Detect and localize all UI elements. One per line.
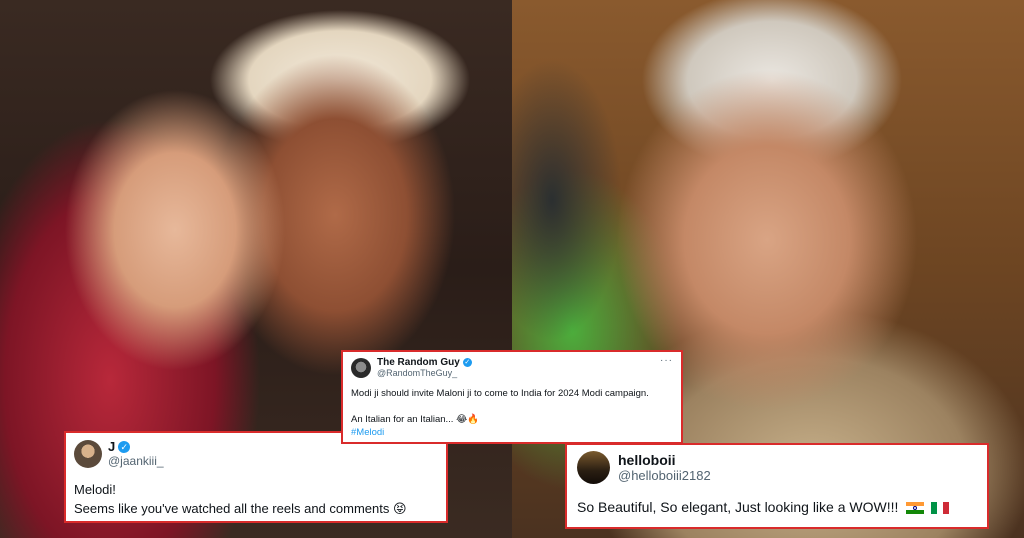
tweet-card-helloboii: helloboii @helloboiii2182 So Beautiful, … [565,443,989,529]
tweet-header: The Random Guy ✓ @RandomTheGuy_ [351,357,673,378]
avatar[interactable] [74,439,102,468]
tweet-line: Seems like you've watched all the reels … [74,501,407,516]
tweet-header: helloboii @helloboiii2182 [577,451,977,484]
avatar[interactable] [577,451,610,484]
tweet-line: An Italian for an Italian... 😂🔥 [351,414,480,425]
author-info: The Random Guy ✓ @RandomTheGuy_ [377,357,472,378]
tweet-text: Modi ji should invite Maloni ji to come … [351,387,673,439]
avatar[interactable] [351,357,371,378]
verified-badge-icon: ✓ [118,440,131,453]
tweet-text: Melodi! Seems like you've watched all th… [74,480,438,518]
italy-flag-icon [931,502,950,515]
tweet-text: So Beautiful, So elegant, Just looking l… [577,498,977,516]
author-info: helloboii @helloboiii2182 [618,452,711,483]
more-options-icon[interactable]: ··· [660,355,673,366]
author-name-row: helloboii [618,452,711,468]
tweet-card-random-guy: The Random Guy ✓ @RandomTheGuy_ ··· Modi… [341,350,683,444]
author-handle[interactable]: @RandomTheGuy_ [377,368,472,378]
author-handle[interactable]: @jaankiii_ [108,454,164,468]
hashtag-link[interactable]: #Melodi [351,426,673,439]
verified-badge-icon: ✓ [462,358,472,367]
tweet-line: Modi ji should invite Maloni ji to come … [351,388,649,399]
author-handle[interactable]: @helloboiii2182 [618,468,711,483]
author-name[interactable]: helloboii [618,452,676,468]
tweet-card-j: J ✓ @jaankiii_ Melodi! Seems like you've… [64,431,448,523]
tweet-line: Melodi! [74,482,116,497]
author-info: J ✓ @jaankiii_ [108,439,164,468]
author-name[interactable]: The Random Guy [377,357,460,368]
author-name-row: J ✓ [108,439,164,454]
india-flag-icon [906,502,925,515]
author-name-row: The Random Guy ✓ [377,357,472,368]
author-name[interactable]: J [108,439,115,454]
tweet-line: So Beautiful, So elegant, Just looking l… [577,499,899,515]
